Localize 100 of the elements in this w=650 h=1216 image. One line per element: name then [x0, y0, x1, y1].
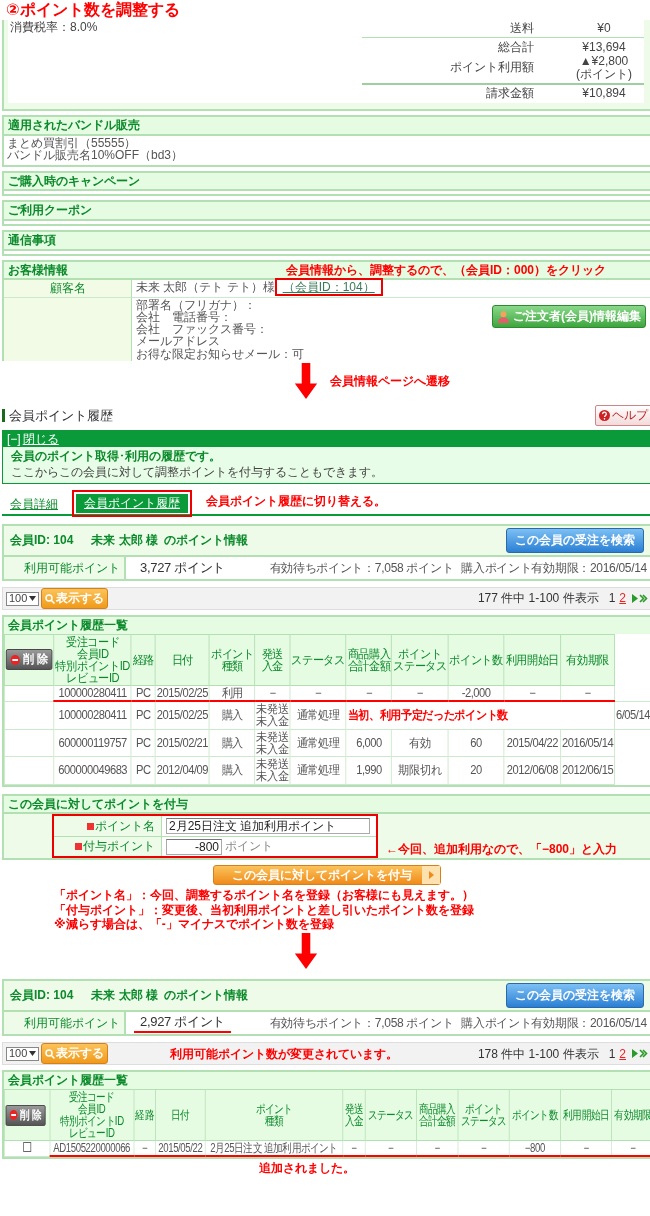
column-header: 種類	[263, 1115, 284, 1128]
detail-text: 部署名（フリガナ）：	[136, 298, 257, 311]
instruction-text: 「付与ポイント」：変更後、当初利用ポイントと差し引いたポイント数を登録	[54, 903, 475, 917]
column-header: ポイント数	[509, 1089, 561, 1141]
help-button[interactable]: ヘルプ	[595, 404, 650, 426]
table-cell: AD1505220000066	[49, 1140, 134, 1157]
delete-button[interactable]: 削 除	[5, 1104, 46, 1126]
search-orders-button[interactable]: この会員の受注を検索	[506, 527, 644, 553]
member-name: 未来 太郎 様	[91, 989, 159, 1002]
table-cell: 6/05/14	[614, 701, 650, 730]
required-icon	[87, 822, 94, 830]
detail-text: 会社 ファックス番号：	[136, 323, 269, 336]
column-header: ポイント数	[448, 634, 505, 686]
edit-customer-button[interactable]: ご注文者(会員)情報編集	[492, 304, 646, 328]
detail-text: メールアドレス	[136, 335, 221, 348]
section-title: ご購入時のキャンペーン	[4, 172, 650, 192]
caret-icon	[29, 596, 37, 602]
form-title: この会員に対してポイントを付与	[4, 795, 650, 813]
column-header: 会員ID	[76, 647, 110, 660]
text-input[interactable]: 2月25日注文 追加利用ポイント	[166, 818, 370, 835]
result-count: 177 件中 1-100 件表示	[477, 592, 599, 606]
member-id-link[interactable]: （会員ID：104）	[282, 280, 375, 295]
person-icon	[497, 309, 510, 323]
per-page-select[interactable]: 100	[6, 592, 40, 606]
column-header: 会員ID	[77, 1103, 106, 1116]
column-header: 合計金額	[417, 1115, 457, 1128]
field-label: 顧客名	[4, 280, 132, 298]
notice-title: 会員のポイント取得･利用の履歴です。	[11, 450, 222, 464]
column-header: レビューID	[66, 671, 120, 684]
page-link[interactable]: 2	[619, 1047, 626, 1061]
column-header: ステータス	[289, 634, 347, 686]
grant-points-button[interactable]: この会員に対してポイントを付与	[213, 865, 441, 886]
points-expiry: 購入ポイント有効期限：2016/05/14	[461, 1016, 647, 1030]
page-link[interactable]: 1	[608, 592, 616, 606]
annotation-text: 会員ポイント履歴に切り替える。	[206, 495, 386, 508]
text-input[interactable]: -800	[166, 838, 222, 855]
delete-button[interactable]: 削 除	[5, 649, 53, 671]
per-page-select[interactable]: 100	[6, 1047, 40, 1061]
column-header: 有効期限	[611, 1089, 650, 1141]
column-header: 入金	[260, 659, 285, 672]
table-title: 会員ポイント履歴一覧	[4, 617, 650, 634]
search-orders-button[interactable]: この会員の受注を検索	[506, 982, 644, 1008]
search-icon	[45, 1048, 56, 1059]
next-page-icon[interactable]	[632, 594, 648, 604]
customer-name: 未来 太郎（テト テト）様	[136, 280, 275, 295]
annotation-text: 会員情報から、調整するので、（会員ID：000）をクリック	[285, 263, 606, 277]
instruction-text: 「ポイント名」：今回、調整するポイント名を登録（お客様にも見えます。）	[54, 889, 475, 902]
table-cell: 2015/05/22	[155, 1140, 205, 1157]
table-cell: 未発送	[256, 703, 289, 716]
member-id: 会員ID: 104	[10, 533, 74, 547]
section-title: ご利用クーポン	[4, 202, 650, 221]
summary-label: 送料	[509, 22, 534, 35]
detail-text: お得な限定お知らせメール：可	[136, 347, 304, 360]
column-header: 有効期限	[560, 634, 615, 686]
page-heading: 会員ポイント履歴	[2, 408, 113, 423]
unit-text: ポイント	[225, 840, 273, 853]
tab[interactable]: 会員ポイント履歴	[76, 494, 188, 513]
column-header: 種類	[221, 659, 244, 672]
table-cell: 未入金	[256, 770, 289, 783]
down-arrow-icon	[294, 362, 318, 399]
notice-text: ここからこの会員に対して調整ポイントを付与することもできます。	[11, 466, 384, 479]
column-header: 発送	[344, 1103, 364, 1116]
minus-circle-icon	[10, 654, 20, 665]
table-cell: 未発送	[256, 758, 289, 771]
summary-note: (ポイント)	[575, 67, 633, 81]
annotation-text: 利用可能ポイント数が変更されています。	[170, 1047, 399, 1061]
column-header: ステータス	[459, 1115, 508, 1128]
close-link[interactable]: 閉じる	[22, 432, 59, 446]
field-label: ポイント名	[95, 819, 155, 833]
page-link[interactable]: 2	[619, 592, 626, 606]
column-header: 日付	[155, 1089, 205, 1141]
toggle-text: [−]	[7, 432, 21, 446]
section-title: 適用されたバンドル販売	[4, 116, 650, 136]
column-header: 利用開始日	[504, 634, 561, 686]
column-header: ポイント	[464, 1103, 503, 1116]
row-checkbox[interactable]	[23, 1142, 32, 1153]
field-label: 付与ポイント	[83, 840, 155, 853]
summary-value: ¥13,694	[581, 40, 627, 54]
down-arrow-icon	[294, 932, 318, 969]
tax-rate: 消費税率：8.0%	[10, 21, 98, 36]
section-text: まとめ買割引（55555）	[6, 136, 138, 150]
summary-label: 総合計	[497, 40, 534, 54]
next-page-icon[interactable]	[632, 1049, 648, 1059]
column-header: 商品購入	[417, 1103, 457, 1116]
column-header: ポイント	[397, 647, 443, 660]
table-cell: 100000280411	[54, 685, 132, 702]
summary-label: 請求金額	[485, 87, 534, 100]
help-icon	[599, 409, 610, 421]
table-cell: 未入金	[256, 742, 289, 756]
table-cell: 2月25日注文 追加利用ポイント	[205, 1140, 343, 1157]
page-link[interactable]: 1	[608, 1047, 616, 1061]
summary-value: ▲¥2,800	[578, 55, 630, 68]
page-title: ②ポイント数を調整する	[5, 0, 181, 20]
caret-icon	[29, 1051, 37, 1057]
panel-title: のポイント情報	[164, 989, 249, 1002]
pending-points: 有効待ちポイント：7,058 ポイント	[269, 561, 454, 575]
table-cell: -2,000	[448, 685, 505, 702]
tab[interactable]: 会員詳細	[2, 495, 66, 514]
column-header: ポイント	[210, 647, 254, 660]
column-header: 利用開始日	[560, 1089, 612, 1141]
